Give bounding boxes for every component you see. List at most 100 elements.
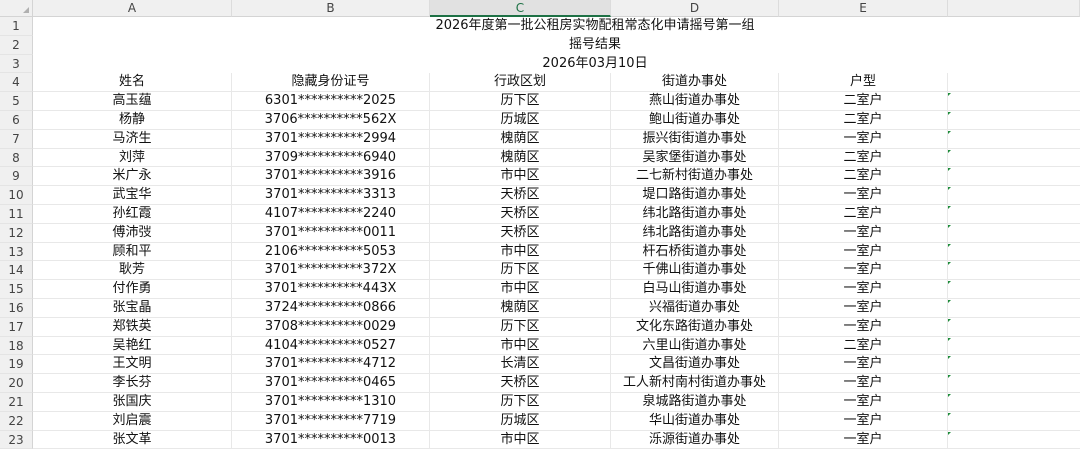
cell-a[interactable]: 傅沛弢 bbox=[33, 224, 232, 243]
cell-c[interactable]: 市中区 bbox=[430, 280, 611, 299]
row-header[interactable]: 9 bbox=[0, 167, 33, 186]
cell-b[interactable]: 6301**********2025 bbox=[232, 92, 430, 111]
cell-f[interactable] bbox=[948, 92, 1080, 111]
cell-d[interactable]: 六里山街道办事处 bbox=[611, 337, 779, 356]
cell-f[interactable] bbox=[948, 167, 1080, 186]
cell-d[interactable]: 文化东路街道办事处 bbox=[611, 318, 779, 337]
row-header[interactable]: 12 bbox=[0, 224, 33, 243]
row-header[interactable]: 22 bbox=[0, 412, 33, 431]
cell-f[interactable] bbox=[948, 374, 1080, 393]
cell-e[interactable]: 二室户 bbox=[779, 337, 948, 356]
cell-e[interactable]: 一室户 bbox=[779, 393, 948, 412]
cell-e[interactable]: 一室户 bbox=[779, 243, 948, 262]
cell-b[interactable]: 3701**********0013 bbox=[232, 431, 430, 449]
cell-f[interactable] bbox=[948, 393, 1080, 412]
cell-c[interactable]: 行政区划 bbox=[430, 73, 611, 92]
cell-b[interactable]: 3706**********562X bbox=[232, 111, 430, 130]
cell-d[interactable]: 二七新村街道办事处 bbox=[611, 167, 779, 186]
cell-c[interactable]: 天桥区 bbox=[430, 205, 611, 224]
cell-c[interactable]: 天桥区 bbox=[430, 224, 611, 243]
cell-b[interactable]: 3701**********2994 bbox=[232, 130, 430, 149]
cell-f[interactable] bbox=[948, 73, 1080, 92]
cell-d[interactable]: 杆石桥街道办事处 bbox=[611, 243, 779, 262]
cell-d[interactable]: 纬北路街道办事处 bbox=[611, 205, 779, 224]
cell-f[interactable] bbox=[948, 337, 1080, 356]
select-all-button[interactable] bbox=[0, 0, 33, 17]
cell-b[interactable]: 3709**********6940 bbox=[232, 149, 430, 168]
cell-a[interactable]: 李长芬 bbox=[33, 374, 232, 393]
cell-a[interactable]: 杨静 bbox=[33, 111, 232, 130]
column-header-e[interactable]: E bbox=[779, 0, 948, 17]
cell-c[interactable]: 历下区 bbox=[430, 318, 611, 337]
cell-d[interactable]: 泉城路街道办事处 bbox=[611, 393, 779, 412]
row-header[interactable]: 8 bbox=[0, 149, 33, 168]
cell-e[interactable]: 一室户 bbox=[779, 280, 948, 299]
cell-f[interactable] bbox=[948, 299, 1080, 318]
cell-e[interactable]: 一室户 bbox=[779, 224, 948, 243]
cell-e[interactable]: 户型 bbox=[779, 73, 948, 92]
cell-a[interactable]: 高玉蕴 bbox=[33, 92, 232, 111]
column-header-f[interactable] bbox=[948, 0, 1080, 17]
cell-b[interactable]: 3724**********0866 bbox=[232, 299, 430, 318]
row-header[interactable]: 16 bbox=[0, 299, 33, 318]
cell-c[interactable]: 槐荫区 bbox=[430, 130, 611, 149]
cell-b[interactable]: 3701**********4712 bbox=[232, 355, 430, 374]
cell-c[interactable]: 天桥区 bbox=[430, 186, 611, 205]
cell-d[interactable]: 纬北路街道办事处 bbox=[611, 224, 779, 243]
row-header[interactable]: 19 bbox=[0, 355, 33, 374]
cell-d[interactable]: 兴福街道办事处 bbox=[611, 299, 779, 318]
cell-c[interactable]: 历城区 bbox=[430, 412, 611, 431]
cell-d[interactable]: 工人新村南村街道办事处 bbox=[611, 374, 779, 393]
cell-a[interactable]: 吴艳红 bbox=[33, 337, 232, 356]
column-header-a[interactable]: A bbox=[33, 0, 232, 17]
row-header[interactable]: 3 bbox=[0, 55, 33, 74]
cell-a[interactable]: 张宝晶 bbox=[33, 299, 232, 318]
cell-c[interactable]: 天桥区 bbox=[430, 374, 611, 393]
cell-a[interactable]: 张文革 bbox=[33, 431, 232, 449]
row-header[interactable]: 6 bbox=[0, 111, 33, 130]
cell-d[interactable]: 鲍山街道办事处 bbox=[611, 111, 779, 130]
cell-a[interactable]: 郑铁英 bbox=[33, 318, 232, 337]
row-header[interactable]: 20 bbox=[0, 374, 33, 393]
cell-b[interactable]: 2106**********5053 bbox=[232, 243, 430, 262]
row-header[interactable]: 2 bbox=[0, 36, 33, 55]
cell-c[interactable]: 历下区 bbox=[430, 92, 611, 111]
row-header[interactable]: 14 bbox=[0, 261, 33, 280]
row-header[interactable]: 21 bbox=[0, 393, 33, 412]
cell-b[interactable]: 3701**********7719 bbox=[232, 412, 430, 431]
cell-e[interactable]: 一室户 bbox=[779, 431, 948, 449]
cell-f[interactable] bbox=[948, 205, 1080, 224]
row-header[interactable]: 4 bbox=[0, 73, 33, 92]
row-header[interactable]: 13 bbox=[0, 243, 33, 262]
cell-e[interactable]: 二室户 bbox=[779, 149, 948, 168]
cell-c[interactable]: 市中区 bbox=[430, 337, 611, 356]
column-header-d[interactable]: D bbox=[611, 0, 779, 17]
cell-e[interactable]: 二室户 bbox=[779, 167, 948, 186]
cell-a[interactable]: 耿芳 bbox=[33, 261, 232, 280]
cell-b[interactable]: 3701**********372X bbox=[232, 261, 430, 280]
row-header[interactable]: 23 bbox=[0, 431, 33, 449]
column-header-b[interactable]: B bbox=[232, 0, 430, 17]
cell-b[interactable]: 3701**********0465 bbox=[232, 374, 430, 393]
cell-b[interactable]: 3701**********3313 bbox=[232, 186, 430, 205]
cell-d[interactable]: 堤口路街道办事处 bbox=[611, 186, 779, 205]
cell-e[interactable]: 一室户 bbox=[779, 299, 948, 318]
cell-d[interactable]: 白马山街道办事处 bbox=[611, 280, 779, 299]
cell-a[interactable]: 付作勇 bbox=[33, 280, 232, 299]
cell-b[interactable]: 3708**********0029 bbox=[232, 318, 430, 337]
cell-c[interactable]: 槐荫区 bbox=[430, 299, 611, 318]
cell-c[interactable]: 历城区 bbox=[430, 111, 611, 130]
cell-e[interactable]: 一室户 bbox=[779, 318, 948, 337]
row-header[interactable]: 17 bbox=[0, 318, 33, 337]
cell-b[interactable]: 隐藏身份证号 bbox=[232, 73, 430, 92]
cell-c[interactable]: 历下区 bbox=[430, 261, 611, 280]
cell-e[interactable]: 一室户 bbox=[779, 355, 948, 374]
cell-c[interactable]: 槐荫区 bbox=[430, 149, 611, 168]
cell-a[interactable]: 马济生 bbox=[33, 130, 232, 149]
cell-e[interactable]: 一室户 bbox=[779, 130, 948, 149]
cell-f[interactable] bbox=[948, 149, 1080, 168]
cell-c[interactable]: 市中区 bbox=[430, 243, 611, 262]
row-header[interactable]: 5 bbox=[0, 92, 33, 111]
cell-f[interactable] bbox=[948, 355, 1080, 374]
cell-a[interactable]: 姓名 bbox=[33, 73, 232, 92]
